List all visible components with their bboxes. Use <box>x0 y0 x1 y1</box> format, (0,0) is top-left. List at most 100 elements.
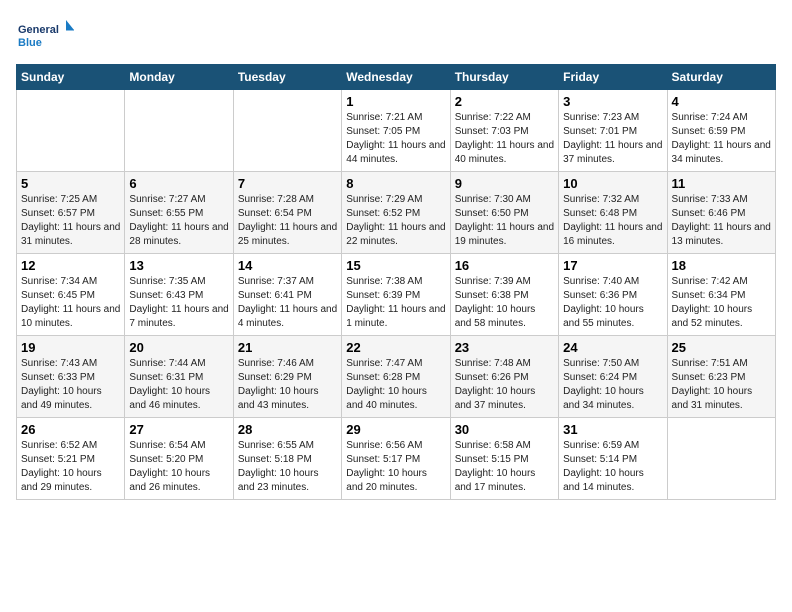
day-info: Sunrise: 6:56 AM Sunset: 5:17 PM Dayligh… <box>346 439 445 495</box>
calendar-cell: 3 Sunrise: 7:23 AM Sunset: 7:01 PM Daylig… <box>559 90 667 172</box>
calendar-cell <box>125 90 233 172</box>
day-info: Sunrise: 6:59 AM Sunset: 5:14 PM Dayligh… <box>563 439 662 495</box>
day-info: Sunrise: 7:35 AM Sunset: 6:43 PM Dayligh… <box>129 275 228 331</box>
calendar-cell: 27Sunrise: 6:54 AM Sunset: 5:20 PM Dayli… <box>125 418 233 500</box>
day-number: 10 <box>563 176 662 191</box>
calendar-cell: 12Sunrise: 7:34 AM Sunset: 6:45 PM Dayli… <box>17 254 125 336</box>
day-number: 25 <box>672 340 771 355</box>
calendar-cell: 28 Sunrise: 6:55 AM Sunset: 5:18 PM Dayli… <box>233 418 341 500</box>
day-number: 6 <box>129 176 228 191</box>
calendar-table: SundayMondayTuesdayWednesdayThursdayFrid… <box>16 64 776 500</box>
day-number: 11 <box>672 176 771 191</box>
day-number: 19 <box>21 340 120 355</box>
day-info: Sunrise: 7:51 AM Sunset: 6:23 PM Dayligh… <box>672 357 771 413</box>
day-number: 13 <box>129 258 228 273</box>
day-number: 20 <box>129 340 228 355</box>
day-info: Sunrise: 7:42 AM Sunset: 6:34 PM Dayligh… <box>672 275 771 331</box>
calendar-cell: 11Sunrise: 7:33 AM Sunset: 6:46 PM Dayli… <box>667 172 775 254</box>
day-info: Sunrise: 7:25 AM Sunset: 6:57 PM Dayligh… <box>21 193 120 249</box>
calendar-cell <box>667 418 775 500</box>
day-info: Sunrise: 7:43 AM Sunset: 6:33 PM Dayligh… <box>21 357 120 413</box>
day-info: Sunrise: 7:48 AM Sunset: 6:26 PM Dayligh… <box>455 357 554 413</box>
day-header-friday: Friday <box>559 65 667 90</box>
calendar-cell <box>233 90 341 172</box>
day-number: 28 <box>238 422 337 437</box>
day-info: Sunrise: 7:29 AM Sunset: 6:52 PM Dayligh… <box>346 193 445 249</box>
day-number: 26 <box>21 422 120 437</box>
day-number: 30 <box>455 422 554 437</box>
day-header-wednesday: Wednesday <box>342 65 450 90</box>
day-info: Sunrise: 7:47 AM Sunset: 6:28 PM Dayligh… <box>346 357 445 413</box>
day-number: 24 <box>563 340 662 355</box>
calendar-cell: 9Sunrise: 7:30 AM Sunset: 6:50 PM Daylig… <box>450 172 558 254</box>
day-info: Sunrise: 7:32 AM Sunset: 6:48 PM Dayligh… <box>563 193 662 249</box>
calendar-cell: 10 Sunrise: 7:32 AM Sunset: 6:48 PM Dayli… <box>559 172 667 254</box>
calendar-cell: 20 Sunrise: 7:44 AM Sunset: 6:31 PM Dayli… <box>125 336 233 418</box>
day-info: Sunrise: 7:27 AM Sunset: 6:55 PM Dayligh… <box>129 193 228 249</box>
svg-text:General: General <box>18 24 59 36</box>
day-info: Sunrise: 7:21 AM Sunset: 7:05 PM Dayligh… <box>346 111 445 167</box>
calendar-cell: 25 Sunrise: 7:51 AM Sunset: 6:23 PM Dayli… <box>667 336 775 418</box>
calendar-cell: 29 Sunrise: 6:56 AM Sunset: 5:17 PM Dayli… <box>342 418 450 500</box>
day-number: 21 <box>238 340 337 355</box>
day-number: 31 <box>563 422 662 437</box>
calendar-cell: 15 Sunrise: 7:38 AM Sunset: 6:39 PM Dayli… <box>342 254 450 336</box>
day-number: 14 <box>238 258 337 273</box>
day-info: Sunrise: 7:38 AM Sunset: 6:39 PM Dayligh… <box>346 275 445 331</box>
day-number: 15 <box>346 258 445 273</box>
day-header-tuesday: Tuesday <box>233 65 341 90</box>
logo-svg: General Blue <box>16 16 76 56</box>
svg-text:Blue: Blue <box>18 37 42 49</box>
calendar-cell: 23 Sunrise: 7:48 AM Sunset: 6:26 PM Dayli… <box>450 336 558 418</box>
day-header-monday: Monday <box>125 65 233 90</box>
day-info: Sunrise: 7:22 AM Sunset: 7:03 PM Dayligh… <box>455 111 554 167</box>
calendar-cell: 24 Sunrise: 7:50 AM Sunset: 6:24 PM Dayli… <box>559 336 667 418</box>
day-number: 12 <box>21 258 120 273</box>
day-number: 16 <box>455 258 554 273</box>
calendar-cell: 5Sunrise: 7:25 AM Sunset: 6:57 PM Daylig… <box>17 172 125 254</box>
day-header-thursday: Thursday <box>450 65 558 90</box>
day-info: Sunrise: 6:58 AM Sunset: 5:15 PM Dayligh… <box>455 439 554 495</box>
day-number: 4 <box>672 94 771 109</box>
page-header: General Blue <box>16 16 776 56</box>
calendar-cell: 31 Sunrise: 6:59 AM Sunset: 5:14 PM Dayli… <box>559 418 667 500</box>
day-header-saturday: Saturday <box>667 65 775 90</box>
calendar-week-4: 19 Sunrise: 7:43 AM Sunset: 6:33 PM Dayli… <box>17 336 776 418</box>
calendar-week-2: 5Sunrise: 7:25 AM Sunset: 6:57 PM Daylig… <box>17 172 776 254</box>
calendar-cell: 21Sunrise: 7:46 AM Sunset: 6:29 PM Dayli… <box>233 336 341 418</box>
calendar-cell: 8 Sunrise: 7:29 AM Sunset: 6:52 PM Daylig… <box>342 172 450 254</box>
calendar-week-5: 26Sunrise: 6:52 AM Sunset: 5:21 PM Dayli… <box>17 418 776 500</box>
calendar-week-1: 1 Sunrise: 7:21 AM Sunset: 7:05 PM Daylig… <box>17 90 776 172</box>
day-number: 1 <box>346 94 445 109</box>
day-info: Sunrise: 7:39 AM Sunset: 6:38 PM Dayligh… <box>455 275 554 331</box>
day-number: 3 <box>563 94 662 109</box>
day-header-sunday: Sunday <box>17 65 125 90</box>
calendar-cell: 30 Sunrise: 6:58 AM Sunset: 5:15 PM Dayli… <box>450 418 558 500</box>
logo: General Blue <box>16 16 76 56</box>
day-info: Sunrise: 7:23 AM Sunset: 7:01 PM Dayligh… <box>563 111 662 167</box>
calendar-cell: 7 Sunrise: 7:28 AM Sunset: 6:54 PM Daylig… <box>233 172 341 254</box>
day-info: Sunrise: 7:30 AM Sunset: 6:50 PM Dayligh… <box>455 193 554 249</box>
calendar-cell: 13 Sunrise: 7:35 AM Sunset: 6:43 PM Dayli… <box>125 254 233 336</box>
day-number: 22 <box>346 340 445 355</box>
day-number: 29 <box>346 422 445 437</box>
calendar-cell: 16 Sunrise: 7:39 AM Sunset: 6:38 PM Dayli… <box>450 254 558 336</box>
day-number: 2 <box>455 94 554 109</box>
calendar-cell: 14Sunrise: 7:37 AM Sunset: 6:41 PM Dayli… <box>233 254 341 336</box>
day-number: 18 <box>672 258 771 273</box>
calendar-cell: 19 Sunrise: 7:43 AM Sunset: 6:33 PM Dayli… <box>17 336 125 418</box>
day-info: Sunrise: 7:28 AM Sunset: 6:54 PM Dayligh… <box>238 193 337 249</box>
calendar-cell: 17Sunrise: 7:40 AM Sunset: 6:36 PM Dayli… <box>559 254 667 336</box>
day-number: 7 <box>238 176 337 191</box>
calendar-week-3: 12Sunrise: 7:34 AM Sunset: 6:45 PM Dayli… <box>17 254 776 336</box>
day-info: Sunrise: 6:55 AM Sunset: 5:18 PM Dayligh… <box>238 439 337 495</box>
day-info: Sunrise: 7:50 AM Sunset: 6:24 PM Dayligh… <box>563 357 662 413</box>
day-info: Sunrise: 7:40 AM Sunset: 6:36 PM Dayligh… <box>563 275 662 331</box>
day-number: 8 <box>346 176 445 191</box>
day-number: 23 <box>455 340 554 355</box>
calendar-cell: 26Sunrise: 6:52 AM Sunset: 5:21 PM Dayli… <box>17 418 125 500</box>
calendar-cell: 22 Sunrise: 7:47 AM Sunset: 6:28 PM Dayli… <box>342 336 450 418</box>
day-info: Sunrise: 7:24 AM Sunset: 6:59 PM Dayligh… <box>672 111 771 167</box>
day-info: Sunrise: 7:44 AM Sunset: 6:31 PM Dayligh… <box>129 357 228 413</box>
calendar-cell: 4 Sunrise: 7:24 AM Sunset: 6:59 PM Daylig… <box>667 90 775 172</box>
